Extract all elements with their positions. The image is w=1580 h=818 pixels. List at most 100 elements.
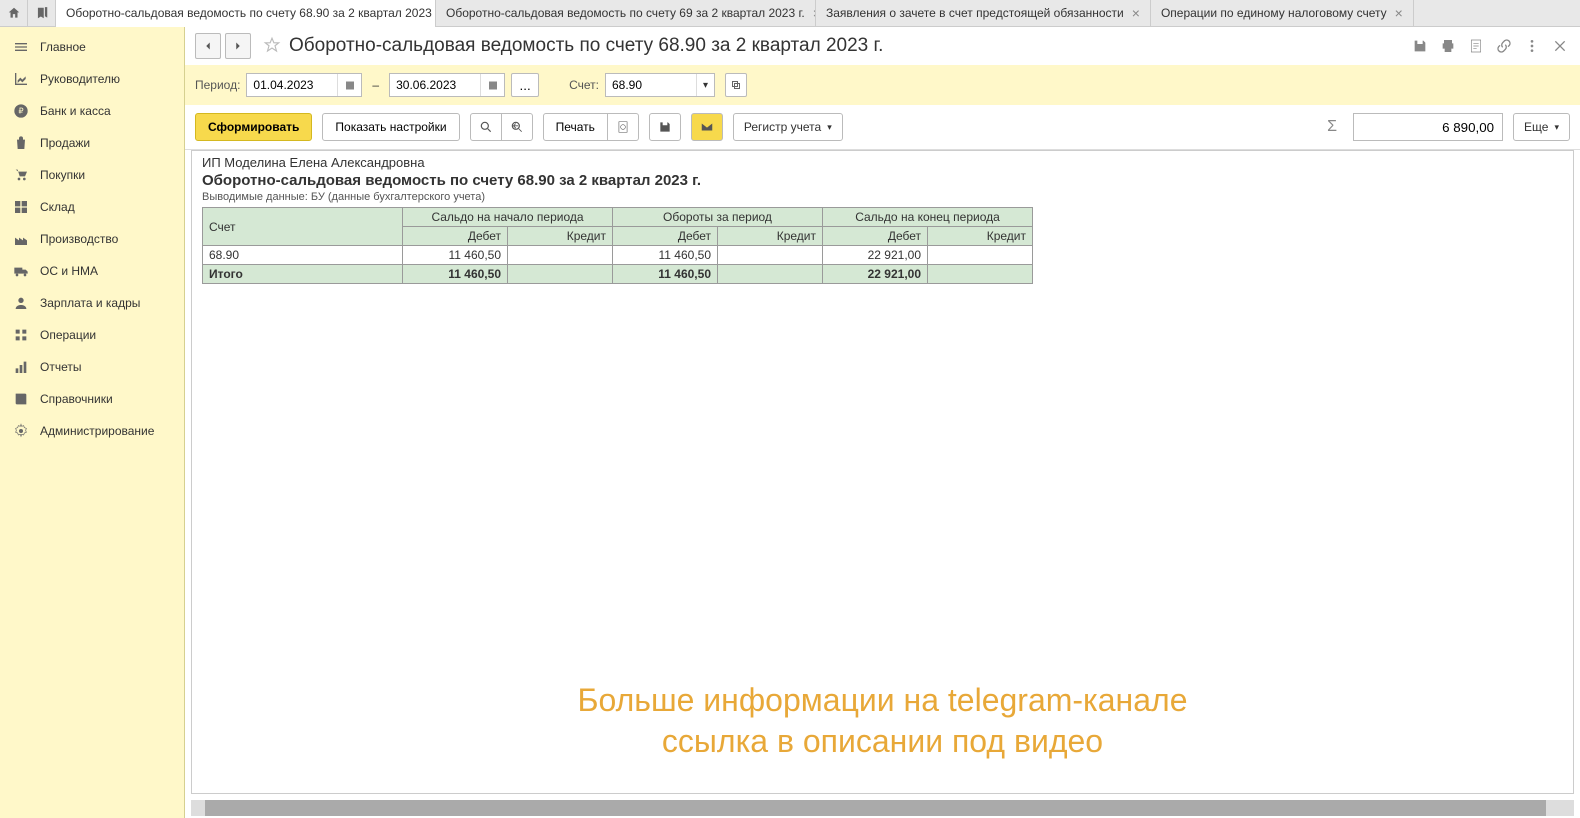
sidebar-item-label: Отчеты [40, 360, 81, 374]
bars-icon [12, 359, 30, 375]
cell-value: 11 460,50 [613, 246, 718, 265]
sidebar-item-assets[interactable]: ОС и НМА [0, 255, 184, 287]
sidebar-item-label: Главное [40, 40, 86, 54]
sidebar-item-payroll[interactable]: Зарплата и кадры [0, 287, 184, 319]
sidebar-item-sales[interactable]: Продажи [0, 127, 184, 159]
cell-value: 11 460,50 [403, 246, 508, 265]
sidebar-item-manager[interactable]: Руководителю [0, 63, 184, 95]
tab-item[interactable]: Оборотно-сальдовая ведомость по счету 68… [56, 0, 436, 27]
account-field[interactable] [606, 78, 696, 92]
sum-field[interactable] [1353, 113, 1503, 141]
horizontal-scrollbar[interactable] [191, 800, 1574, 816]
col-start: Сальдо на начало периода [403, 208, 613, 227]
period-picker-button[interactable]: ... [511, 73, 539, 97]
titlebar: Оборотно-сальдовая ведомость по счету 68… [185, 27, 1580, 65]
date-to-field[interactable] [390, 78, 480, 92]
col-debit: Дебет [823, 227, 928, 246]
email-icon[interactable] [691, 113, 723, 141]
sidebar: Главное Руководителю ₽ Банк и касса Прод… [0, 27, 185, 818]
col-turnover: Обороты за период [613, 208, 823, 227]
close-icon[interactable]: × [1395, 6, 1403, 20]
settings-button[interactable]: Показать настройки [322, 113, 459, 141]
range-separator: – [368, 78, 383, 92]
toolbar: Сформировать Показать настройки Печать Р… [185, 105, 1580, 150]
cell-value [508, 246, 613, 265]
date-from-input[interactable] [246, 73, 362, 97]
report-title: Оборотно-сальдовая ведомость по счету 68… [202, 172, 1563, 189]
calendar-icon[interactable] [480, 74, 504, 96]
save-icon[interactable] [1410, 36, 1430, 56]
cell-account: 68.90 [203, 246, 403, 265]
menu-icon [12, 39, 30, 55]
sidebar-item-operations[interactable]: Операции [0, 319, 184, 351]
sidebar-item-label: Продажи [40, 136, 90, 150]
sidebar-item-label: ОС и НМА [40, 264, 98, 278]
tab-item[interactable]: Оборотно-сальдовая ведомость по счету 69… [436, 0, 816, 27]
sidebar-item-label: Зарплата и кадры [40, 296, 140, 310]
sidebar-item-purchases[interactable]: Покупки [0, 159, 184, 191]
sidebar-item-admin[interactable]: Администрирование [0, 415, 184, 447]
date-to-input[interactable] [389, 73, 505, 97]
tab-label: Операции по единому налоговому счету [1161, 6, 1387, 20]
sidebar-item-production[interactable]: Производство [0, 223, 184, 255]
cell-value [928, 246, 1033, 265]
date-from-field[interactable] [247, 78, 337, 92]
cell-value [718, 265, 823, 284]
tab-label: Заявления о зачете в счет предстоящей об… [826, 6, 1124, 20]
print-preview-icon[interactable] [607, 113, 639, 141]
sidebar-item-catalogs[interactable]: Справочники [0, 383, 184, 415]
more-dropdown[interactable]: Еще ▾ [1513, 113, 1570, 141]
truck-icon [12, 263, 30, 279]
close-icon[interactable]: × [1132, 6, 1140, 20]
print-button[interactable]: Печать [543, 113, 608, 141]
sidebar-item-bank[interactable]: ₽ Банк и касса [0, 95, 184, 127]
cell-value: 22 921,00 [823, 246, 928, 265]
period-label: Период: [195, 78, 240, 92]
calendar-icon[interactable] [337, 74, 361, 96]
overlay-line2: ссылка в описании под видео [578, 721, 1188, 763]
close-icon[interactable] [1550, 36, 1570, 56]
more-label: Еще [1524, 120, 1548, 134]
search-icon[interactable] [470, 113, 502, 141]
save-disk-icon[interactable] [649, 113, 681, 141]
sidebar-item-label: Справочники [40, 392, 113, 406]
ruble-icon: ₽ [12, 103, 30, 119]
col-debit: Дебет [403, 227, 508, 246]
book-icon [12, 391, 30, 407]
account-label: Счет: [569, 78, 599, 92]
account-input[interactable]: ▾ [605, 73, 715, 97]
factory-icon [12, 231, 30, 247]
report-subtitle: Выводимые данные: БУ (данные бухгалтерск… [202, 191, 1563, 203]
bookmarks-icon[interactable] [28, 0, 56, 27]
sigma-icon: Σ [1327, 118, 1337, 136]
table-row[interactable]: 68.90 11 460,50 11 460,50 22 921,00 [203, 246, 1033, 265]
preview-icon[interactable] [1466, 36, 1486, 56]
form-button[interactable]: Сформировать [195, 113, 312, 141]
tab-item[interactable]: Заявления о зачете в счет предстоящей об… [816, 0, 1151, 27]
tab-item[interactable]: Операции по единому налоговому счету × [1151, 0, 1414, 27]
col-debit: Дебет [613, 227, 718, 246]
sidebar-item-warehouse[interactable]: Склад [0, 191, 184, 223]
cart-icon [12, 167, 30, 183]
col-credit: Кредит [928, 227, 1033, 246]
print-icon[interactable] [1438, 36, 1458, 56]
register-dropdown[interactable]: Регистр учета ▾ [733, 113, 843, 141]
tabs-container: Оборотно-сальдовая ведомость по счету 68… [56, 0, 1580, 27]
nav-back-button[interactable] [195, 33, 221, 59]
search-back-icon[interactable] [501, 113, 533, 141]
chevron-down-icon[interactable]: ▾ [696, 74, 714, 96]
nav-forward-button[interactable] [225, 33, 251, 59]
sidebar-item-label: Покупки [40, 168, 85, 182]
chart-icon [12, 71, 30, 87]
sidebar-item-main[interactable]: Главное [0, 31, 184, 63]
cell-value: 11 460,50 [403, 265, 508, 284]
tab-label: Оборотно-сальдовая ведомость по счету 68… [66, 6, 436, 20]
favorite-icon[interactable] [263, 36, 281, 57]
more-icon[interactable] [1522, 36, 1542, 56]
link-icon[interactable] [1494, 36, 1514, 56]
sidebar-item-reports[interactable]: Отчеты [0, 351, 184, 383]
home-icon[interactable] [0, 0, 28, 27]
account-open-button[interactable] [725, 73, 747, 97]
chevron-down-icon: ▾ [827, 122, 832, 133]
overlay-line1: Больше информации на telegram-канале [578, 680, 1188, 722]
